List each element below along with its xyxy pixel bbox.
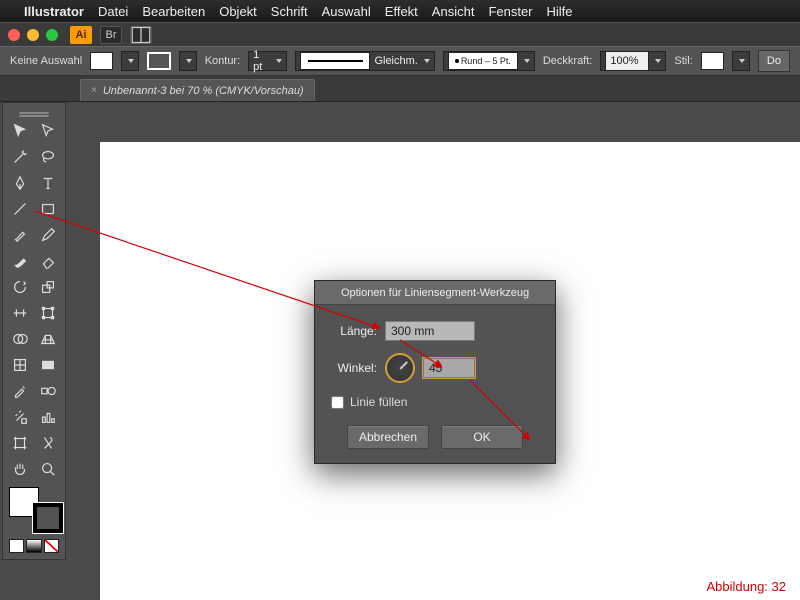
free-transform-tool[interactable] [35,301,61,325]
control-bar: Keine Auswahl Kontur: 1 pt Gleichm. Rund… [0,46,800,76]
close-window-button[interactable] [8,29,20,41]
zoom-tool[interactable] [35,457,61,481]
menu-schrift[interactable]: Schrift [271,4,308,19]
color-mode-gradient[interactable] [26,539,41,553]
color-mode-row [7,539,61,553]
artboard-tool[interactable] [7,431,33,455]
menu-fenster[interactable]: Fenster [488,4,532,19]
rotate-tool[interactable] [7,275,33,299]
blob-brush-tool[interactable] [7,249,33,273]
menu-hilfe[interactable]: Hilfe [547,4,573,19]
fill-dropdown[interactable] [121,51,139,71]
line-segment-tool[interactable] [7,197,33,221]
selection-tool[interactable] [7,119,33,143]
ok-button[interactable]: OK [441,425,523,449]
eraser-tool[interactable] [35,249,61,273]
minimize-window-button[interactable] [27,29,39,41]
angle-label: Winkel: [331,361,377,375]
stroke-dropdown[interactable] [179,51,197,71]
column-graph-tool[interactable] [35,405,61,429]
color-mode-solid[interactable] [9,539,24,553]
brush-dropdown[interactable]: Rund – 5 Pt. [443,51,535,71]
system-menubar: Illustrator Datei Bearbeiten Objekt Schr… [0,0,800,22]
stroke-swatch[interactable] [147,52,170,70]
hand-tool[interactable] [7,457,33,481]
style-dropdown[interactable] [732,51,750,71]
app-badge: Ai [70,26,92,44]
menu-datei[interactable]: Datei [98,4,128,19]
direct-selection-tool[interactable] [35,119,61,143]
close-tab-icon[interactable]: × [91,85,97,96]
magic-wand-tool[interactable] [7,145,33,169]
angle-input[interactable] [423,358,475,378]
toolbox-panel [2,102,66,560]
angle-dial[interactable] [385,353,415,383]
stil-label: Stil: [674,55,692,67]
color-mode-none[interactable] [44,539,59,553]
opacity-field[interactable] [600,51,666,71]
paintbrush-tool[interactable] [7,223,33,247]
gradient-tool[interactable] [35,353,61,377]
dialog-title: Optionen für Liniensegment-Werkzeug [315,281,555,305]
window-titlebar: Ai Br [0,22,800,46]
perspective-grid-tool[interactable] [35,327,61,351]
document-tabstrip: × Unbenannt-3 bei 70 % (CMYK/Vorschau) [0,76,800,102]
fill-swatch[interactable] [90,52,113,70]
scale-tool[interactable] [35,275,61,299]
traffic-lights [8,29,58,41]
length-label: Länge: [331,324,377,338]
stroke-box[interactable] [33,503,63,533]
zoom-window-button[interactable] [46,29,58,41]
line-segment-options-dialog: Optionen für Liniensegment-Werkzeug Läng… [314,280,556,464]
fill-line-checkbox[interactable] [331,396,344,409]
document-tab[interactable]: × Unbenannt-3 bei 70 % (CMYK/Vorschau) [80,79,315,101]
menu-objekt[interactable]: Objekt [219,4,257,19]
width-tool[interactable] [7,301,33,325]
deckkraft-label: Deckkraft: [543,55,593,67]
kontur-label: Kontur: [205,55,240,67]
slice-tool[interactable] [35,431,61,455]
selection-status: Keine Auswahl [10,55,82,67]
style-swatch[interactable] [701,52,724,70]
arrange-documents-button[interactable] [130,26,152,44]
panel-grip[interactable] [7,109,61,117]
menu-ansicht[interactable]: Ansicht [432,4,475,19]
figure-caption: Abbildung: 32 [706,579,786,594]
opacity-input[interactable] [605,51,649,71]
app-name[interactable]: Illustrator [24,4,84,19]
rectangle-tool[interactable] [35,197,61,221]
pencil-tool[interactable] [35,223,61,247]
lasso-tool[interactable] [35,145,61,169]
menu-bearbeiten[interactable]: Bearbeiten [142,4,205,19]
stroke-profile-dropdown[interactable]: Gleichm. [295,51,434,71]
stroke-weight-field[interactable]: 1 pt [248,51,287,71]
eyedropper-tool[interactable] [7,379,33,403]
length-input[interactable] [385,321,475,341]
document-setup-button[interactable]: Do [758,50,790,72]
pen-tool[interactable] [7,171,33,195]
bridge-button[interactable]: Br [100,26,122,44]
document-tab-label: Unbenannt-3 bei 70 % (CMYK/Vorschau) [103,85,304,97]
menu-auswahl[interactable]: Auswahl [322,4,371,19]
symbol-sprayer-tool[interactable] [7,405,33,429]
cancel-button[interactable]: Abbrechen [347,425,429,449]
menu-effekt[interactable]: Effekt [385,4,418,19]
shape-builder-tool[interactable] [7,327,33,351]
fill-stroke-control[interactable] [9,487,63,533]
type-tool[interactable] [35,171,61,195]
fill-line-label: Linie füllen [350,395,407,409]
mesh-tool[interactable] [7,353,33,377]
blend-tool[interactable] [35,379,61,403]
